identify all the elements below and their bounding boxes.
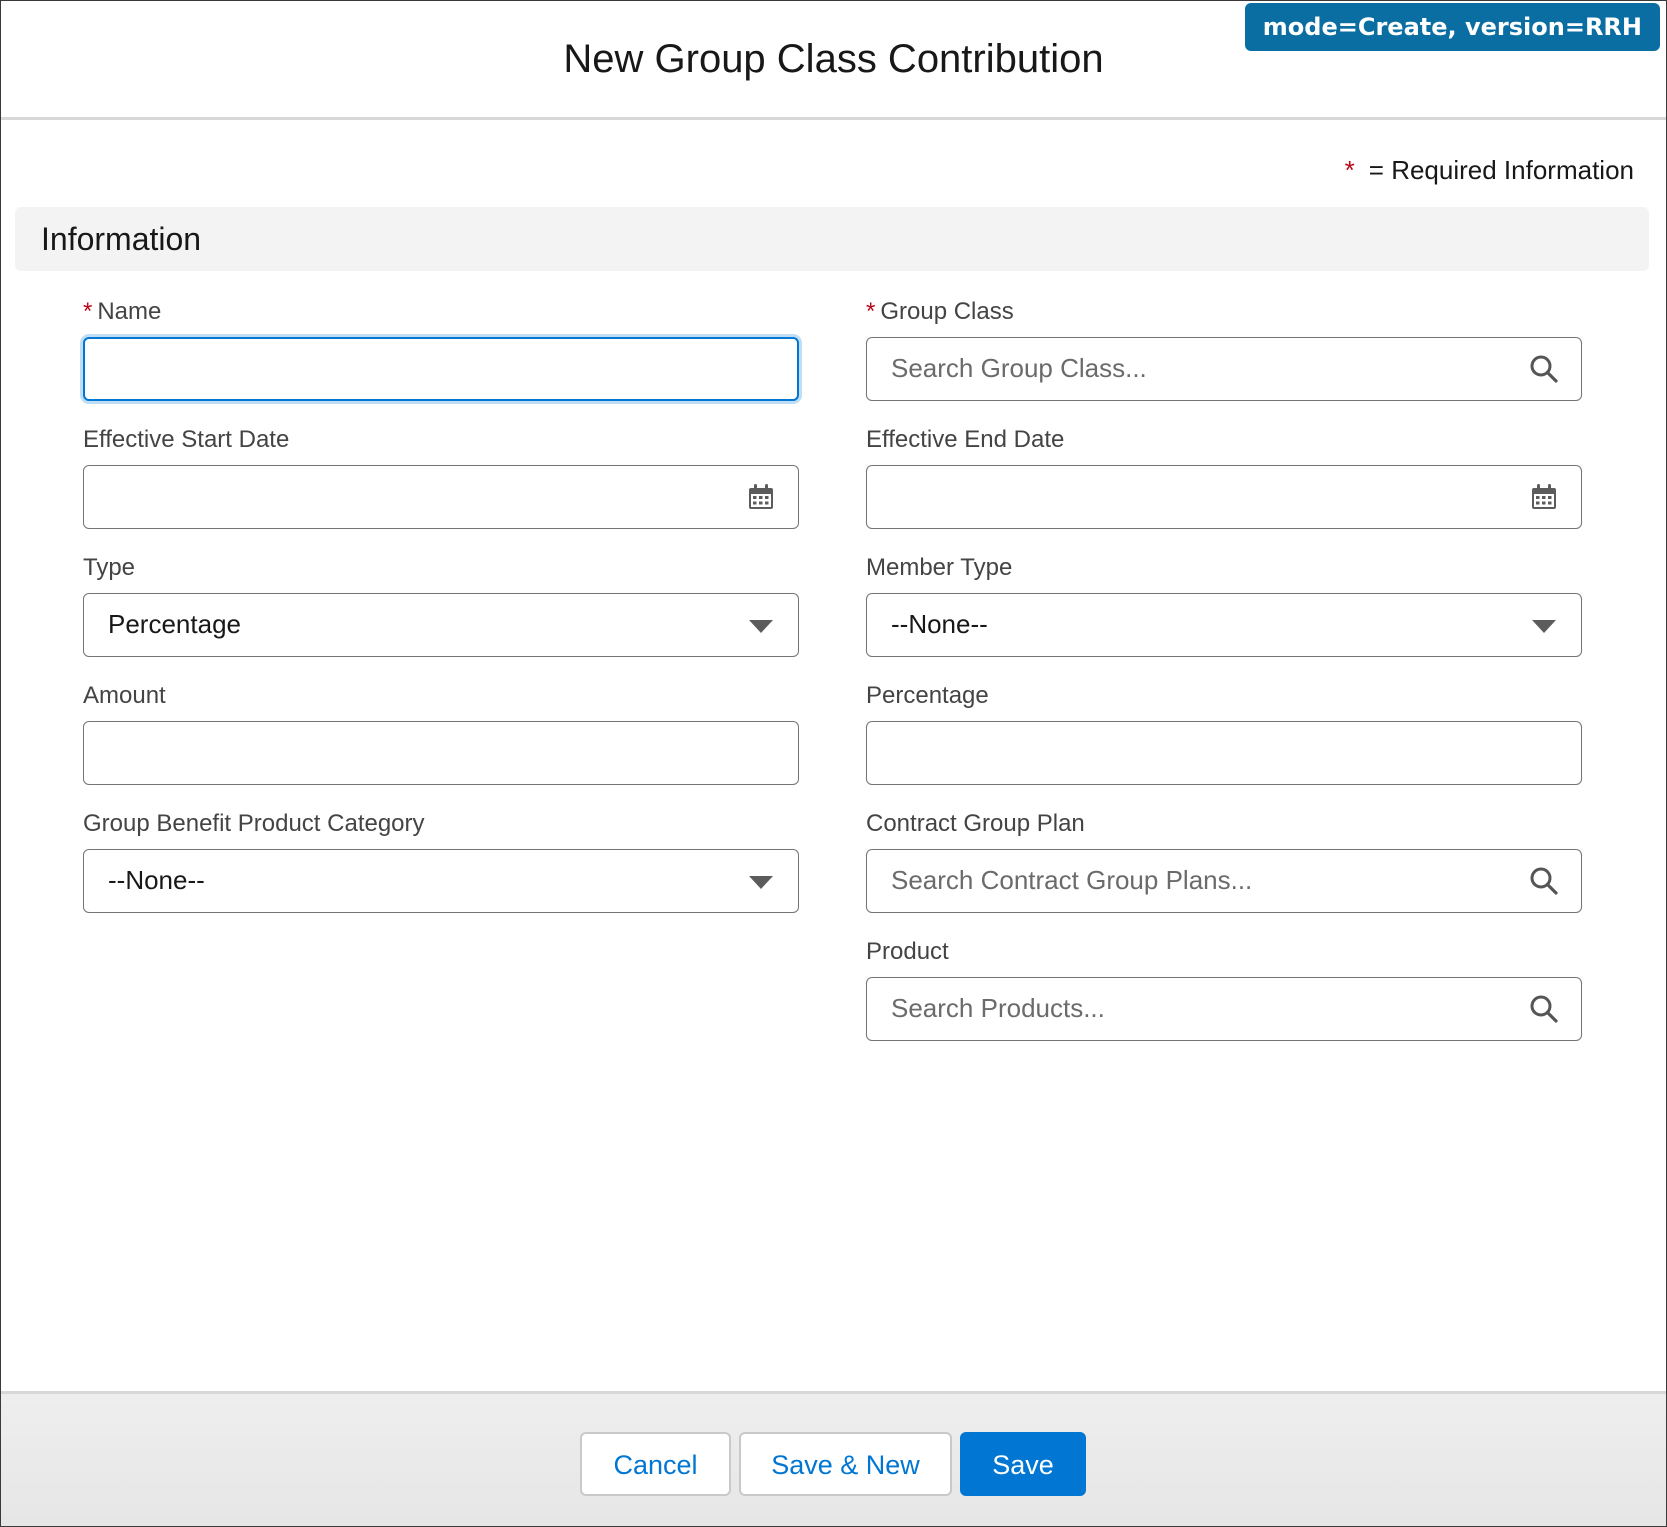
search-icon[interactable] [1529,866,1559,896]
amount-label: Amount [83,682,166,709]
effective-start-date-input[interactable] [83,465,799,529]
group-benefit-product-category-selected-value: --None-- [108,865,205,895]
type-selected-value: Percentage [108,609,241,639]
effective-start-date-field: Effective Start Date [83,425,799,529]
contract-group-plan-label: Contract Group Plan [866,810,1085,837]
contract-group-plan-lookup[interactable]: Search Contract Group Plans... [866,849,1582,913]
type-field: Type Percentage [83,553,799,657]
contract-group-plan-placeholder: Search Contract Group Plans... [891,865,1253,895]
contract-group-plan-field: Contract Group Plan Search Contract Grou… [866,809,1582,913]
group-class-field: * Group Class Search Group Class... [866,297,1582,401]
effective-end-date-label: Effective End Date [866,426,1065,453]
search-icon[interactable] [1529,994,1559,1024]
modal-footer: Cancel Save & New Save [1,1391,1666,1526]
group-benefit-product-category-field: Group Benefit Product Category --None-- [83,809,799,913]
group-benefit-product-category-label: Group Benefit Product Category [83,810,425,837]
group-class-label: * Group Class [866,297,1582,333]
type-label: Type [83,554,136,581]
amount-field: Amount [83,681,799,785]
section-title: Information [41,221,202,257]
percentage-label: Percentage [866,682,989,709]
name-input[interactable] [83,337,799,401]
member-type-selected-value: --None-- [891,609,988,639]
effective-start-date-label: Effective Start Date [83,426,290,453]
group-class-label-text: Group Class [880,298,1014,325]
percentage-field: Percentage [866,681,1582,785]
chevron-down-icon[interactable] [746,866,776,896]
mode-badge: mode=Create, version=RRH [1244,3,1660,51]
member-type-field: Member Type --None-- [866,553,1582,657]
new-record-modal: New Group Class Contribution mode=Create… [0,0,1667,1527]
required-legend-text: = Required Information [1368,155,1634,185]
product-lookup[interactable]: Search Products... [866,977,1582,1041]
save-button[interactable]: Save [960,1432,1086,1496]
amount-input[interactable] [83,721,799,785]
product-label: Product [866,938,949,965]
required-information-legend: * = Required Information [1345,155,1634,186]
required-star: * [1344,155,1355,185]
group-class-lookup[interactable]: Search Group Class... [866,337,1582,401]
chevron-down-icon[interactable] [746,610,776,640]
type-select[interactable]: Percentage [83,593,799,657]
percentage-input[interactable] [866,721,1582,785]
effective-end-date-field: Effective End Date [866,425,1582,529]
modal-header: New Group Class Contribution mode=Create… [1,1,1666,120]
save-and-new-button[interactable]: Save & New [739,1432,952,1496]
name-field: * Name [83,297,799,401]
calendar-icon[interactable] [1529,482,1559,512]
required-star: * [866,298,876,325]
product-field: Product Search Products... [866,937,1582,1041]
search-icon[interactable] [1529,354,1559,384]
effective-end-date-input[interactable] [866,465,1582,529]
member-type-label: Member Type [866,554,1013,581]
name-label-text: Name [97,298,162,325]
section-header-information[interactable]: Information [15,207,1649,271]
cancel-button[interactable]: Cancel [580,1432,731,1496]
group-class-placeholder: Search Group Class... [891,353,1147,383]
group-benefit-product-category-select[interactable]: --None-- [83,849,799,913]
calendar-icon[interactable] [746,482,776,512]
required-star: * [83,298,93,325]
product-placeholder: Search Products... [891,993,1105,1023]
chevron-down-icon[interactable] [1529,610,1559,640]
member-type-select[interactable]: --None-- [866,593,1582,657]
name-label: * Name [83,297,799,333]
